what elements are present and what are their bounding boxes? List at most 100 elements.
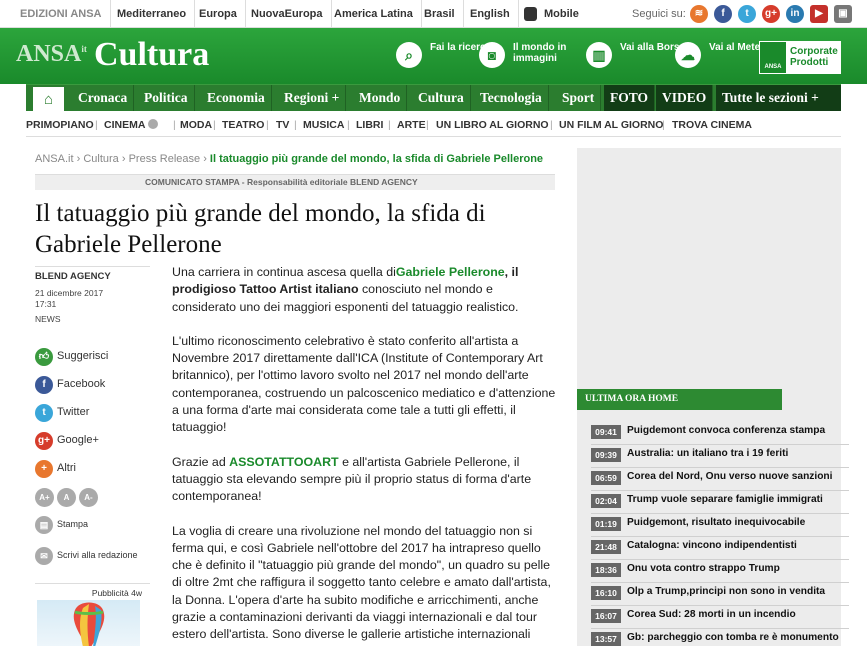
breadcrumb-press-release[interactable]: Press Release	[129, 153, 201, 165]
ultima-ora-title: ULTIMA ORA HOME	[577, 389, 782, 410]
subnav-trova-cinema[interactable]: TROVA CINEMA	[672, 119, 752, 131]
editions-label: EDIZIONI ANSA	[12, 0, 111, 28]
edition-mediterraneo-link[interactable]: Mediterraneo	[109, 0, 196, 28]
edition-english-link[interactable]: English	[462, 0, 519, 28]
news-item[interactable]: 16:07 Corea Sud: 28 morti in un incendio	[591, 606, 849, 629]
linkedin-icon[interactable]: in	[786, 5, 804, 23]
news-item[interactable]: 18:36 Onu vota contro strappo Trump	[591, 560, 849, 583]
facebook-icon: f	[35, 376, 53, 394]
nav-mondo[interactable]: Mondo	[353, 85, 408, 111]
news-item[interactable]: 06:59 Corea del Nord, Onu verso nuove san…	[591, 468, 849, 491]
mobile-link[interactable]: Mobile	[514, 0, 587, 28]
subnav-libro-giorno[interactable]: UN LIBRO AL GIORNO	[436, 119, 549, 131]
cinema-dropdown-icon[interactable]	[147, 119, 158, 129]
article-meta: BLEND AGENCY 21 dicembre 2017 17:31 NEWS	[35, 266, 150, 324]
news-item[interactable]: 21:48 Catalogna: vincono indipendentisti	[591, 537, 849, 560]
paragraph-1: Una carriera in continua ascesa quella d…	[172, 265, 519, 314]
thumb-icon: 👍︎	[35, 348, 53, 366]
mobile-icon	[524, 7, 537, 21]
youtube-icon[interactable]: ▶	[810, 5, 828, 23]
ansa-small-logo: ANSA	[760, 42, 786, 73]
share-facebook[interactable]: f Facebook	[35, 375, 145, 397]
news-item[interactable]: 09:41 Puigdemont convoca conferenza stamp…	[591, 422, 849, 445]
news-item[interactable]: 13:57 Gb: parcheggio con tomba re è monum…	[591, 629, 849, 646]
balloon-image	[37, 600, 140, 646]
print-icon: ▤	[35, 516, 53, 534]
edition-brasil-link[interactable]: Brasil	[416, 0, 464, 28]
corporate-link[interactable]: ANSA Corporate Prodotti	[759, 41, 841, 74]
edition-europa-link[interactable]: Europa	[191, 0, 246, 28]
breadcrumb-current: Il tatuaggio più grande del mondo, la sf…	[209, 153, 544, 165]
weather-icon: ☁	[675, 42, 701, 68]
share-suggerisci[interactable]: 👍︎ Suggerisci	[35, 347, 145, 369]
plus-icon: +	[35, 460, 53, 478]
top-bar: EDIZIONI ANSA Mediterraneo Europa NuovaE…	[0, 0, 867, 28]
site-header: ANSAit Cultura ⌕ Fai la ricerca ◙ Il mon…	[0, 28, 867, 84]
subnav-cinema[interactable]: CINEMA	[104, 119, 158, 131]
follow-us-label: Seguici su:	[632, 8, 686, 20]
subnav-film-giorno[interactable]: UN FILM AL GIORNO	[559, 119, 663, 131]
edition-nuovaeuropa-link[interactable]: NuovaEuropa	[243, 0, 332, 28]
home-icon[interactable]: ⌂	[33, 87, 64, 112]
nav-cronaca[interactable]: Cronaca	[72, 85, 135, 111]
nav-sport[interactable]: Sport	[556, 85, 602, 111]
chart-icon: ▥	[586, 42, 612, 68]
news-item[interactable]: 01:19 Puidgemont, risultato inequivocabil…	[591, 514, 849, 537]
nav-tecnologia[interactable]: Tecnologia	[474, 85, 549, 111]
breadcrumb-cultura[interactable]: Cultura	[83, 153, 118, 165]
section-title[interactable]: Cultura	[94, 36, 209, 74]
article-category: NEWS	[35, 314, 61, 324]
nav-regioni[interactable]: Regioni +	[278, 85, 347, 111]
nav-cultura[interactable]: Cultura	[412, 85, 471, 111]
subnav-musica[interactable]: MUSICA	[303, 119, 344, 131]
article-date: 21 dicembre 2017 17:31	[35, 288, 104, 309]
sub-nav: PRIMOPIANO | CINEMA | MODA | TEATRO | TV…	[26, 115, 841, 137]
googleplus-icon: g+	[35, 432, 53, 450]
subnav-teatro[interactable]: TEATRO	[222, 119, 264, 131]
press-note: COMUNICATO STAMPA - Responsabilità edito…	[35, 174, 555, 190]
nav-foto[interactable]: FOTO	[604, 85, 656, 111]
rss-icon[interactable]: ≋	[690, 5, 708, 23]
font-increase-button[interactable]: A+	[35, 488, 54, 507]
article-body: Una carriera in continua ascesa quella d…	[172, 264, 556, 646]
write-button[interactable]: ✉ Scrivi alla redazione	[35, 546, 145, 568]
share-googleplus[interactable]: g+ Google+	[35, 431, 145, 453]
subnav-primopiano[interactable]: PRIMOPIANO	[26, 119, 94, 131]
ansa-logo[interactable]: ANSAit	[16, 41, 87, 68]
breadcrumb-ansa[interactable]: ANSA.it	[35, 153, 74, 165]
nav-video[interactable]: VIDEO	[656, 85, 714, 111]
subnav-moda[interactable]: MODA	[180, 119, 212, 131]
news-item[interactable]: 16:10 Olp a Trump,principi non sono in ve…	[591, 583, 849, 606]
ad-label: Pubblicità 4w	[91, 588, 142, 598]
nav-politica[interactable]: Politica	[138, 85, 195, 111]
ad-box[interactable]: Pubblicità 4w	[35, 583, 150, 646]
mail-icon: ✉	[35, 547, 53, 565]
news-item[interactable]: 02:04 Trump vuole separare famiglie immig…	[591, 491, 849, 514]
edition-americalatina-link[interactable]: America Latina	[326, 0, 422, 28]
assotattooart-link[interactable]: ASSOTATTOOART	[229, 455, 338, 469]
subnav-arte[interactable]: ARTE	[397, 119, 426, 131]
images-link-label: Il mondo in immagini	[513, 42, 567, 64]
news-item[interactable]: 09:39 Australia: un italiano tra i 19 fer…	[591, 445, 849, 468]
corporate-label: Corporate Prodotti	[790, 46, 838, 68]
facebook-icon[interactable]: f	[714, 5, 732, 23]
paragraph-4: La voglia di creare una rivoluzione nel …	[172, 523, 551, 646]
mobile-label: Mobile	[544, 8, 579, 20]
share-altri[interactable]: + Altri	[35, 459, 145, 481]
subnav-libri[interactable]: LIBRI	[356, 119, 383, 131]
twitter-icon[interactable]: t	[738, 5, 756, 23]
font-decrease-button[interactable]: A-	[79, 488, 98, 507]
subnav-tv[interactable]: TV	[276, 119, 289, 131]
googleplus-icon[interactable]: g+	[762, 5, 780, 23]
twitter-icon: t	[35, 404, 53, 422]
artist-link[interactable]: Gabriele Pellerone	[396, 265, 505, 279]
app-icon[interactable]: ▣	[834, 5, 852, 23]
camera-icon: ◙	[479, 42, 505, 68]
share-twitter[interactable]: t Twitter	[35, 403, 145, 425]
font-reset-button[interactable]: A	[57, 488, 76, 507]
main-nav: ⌂ Cronaca Politica Economia Regioni + Mo…	[26, 84, 841, 112]
print-button[interactable]: ▤ Stampa	[35, 515, 145, 537]
nav-all-sections[interactable]: Tutte le sezioni +	[716, 85, 841, 111]
nav-economia[interactable]: Economia	[201, 85, 272, 111]
search-icon: ⌕	[396, 42, 422, 68]
